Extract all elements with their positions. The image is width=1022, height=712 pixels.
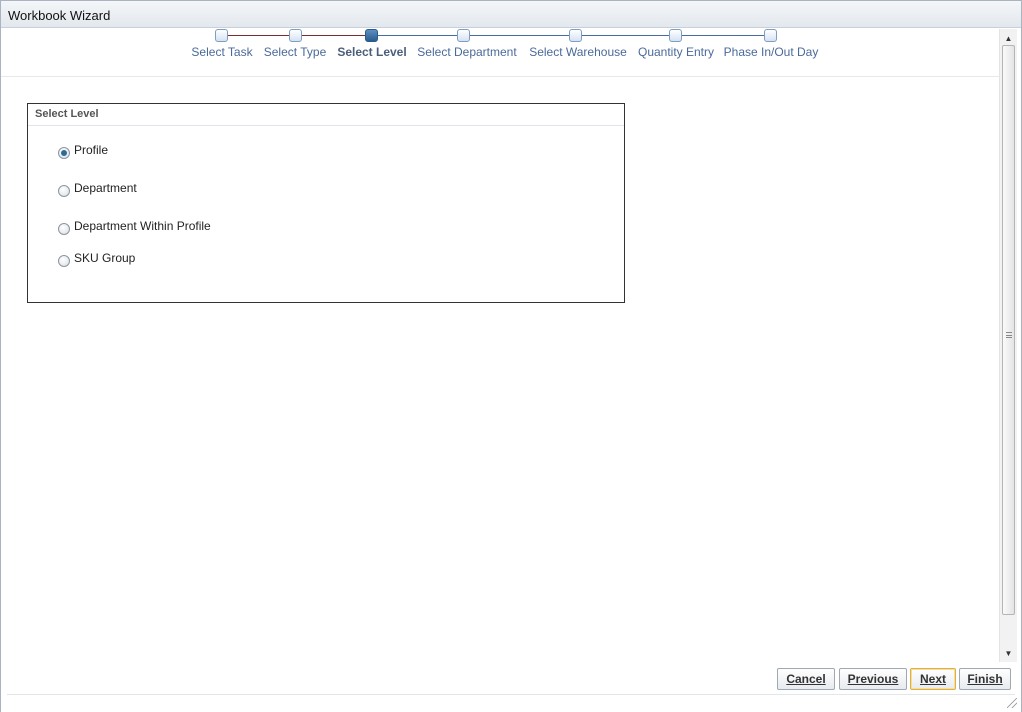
train-connector: [228, 35, 295, 36]
train-stop-select-warehouse[interactable]: [569, 29, 582, 42]
train-label-select-type[interactable]: Select Type: [264, 45, 326, 59]
dialog-title: Workbook Wizard: [8, 8, 111, 23]
train-stop-select-task[interactable]: [215, 29, 228, 42]
vertical-scrollbar[interactable]: ▲ ▼: [999, 29, 1017, 662]
panel-header: Select Level: [28, 104, 624, 126]
radio-button[interactable]: [58, 255, 70, 267]
level-option-department-within-profile[interactable]: Department Within Profile: [58, 219, 211, 235]
train-label-select-task[interactable]: Select Task: [191, 45, 252, 59]
cancel-button[interactable]: Cancel: [777, 668, 835, 690]
wizard-train: Select Task Select Type Select Level Sel…: [1, 28, 999, 77]
triangle-up-icon[interactable]: ▲: [1000, 31, 1017, 45]
train-stop-phase-in-out-day[interactable]: [764, 29, 777, 42]
train-stop-quantity-entry[interactable]: [669, 29, 682, 42]
train-label-quantity-entry[interactable]: Quantity Entry: [638, 45, 714, 59]
radio-button[interactable]: [58, 147, 70, 159]
level-option-profile[interactable]: Profile: [58, 143, 108, 159]
radio-label[interactable]: Profile: [74, 143, 108, 157]
train-connector: [377, 35, 463, 36]
select-level-panel: Select Level Profile Department Departme…: [27, 103, 625, 303]
train-label-phase-in-out-day[interactable]: Phase In/Out Day: [724, 45, 819, 59]
train-connector: [581, 35, 675, 36]
train-connector: [681, 35, 770, 36]
radio-button[interactable]: [58, 185, 70, 197]
train-stop-select-department[interactable]: [457, 29, 470, 42]
grip-icon: [1006, 332, 1012, 338]
previous-button[interactable]: Previous: [839, 668, 907, 690]
train-label-select-level: Select Level: [337, 45, 407, 59]
level-option-department[interactable]: Department: [58, 181, 137, 197]
finish-button[interactable]: Finish: [959, 668, 1011, 690]
train-connector: [301, 35, 371, 36]
level-option-sku-group[interactable]: SKU Group: [58, 251, 135, 267]
next-button[interactable]: Next: [910, 668, 956, 690]
train-label-select-warehouse[interactable]: Select Warehouse: [529, 45, 627, 59]
radio-button[interactable]: [58, 223, 70, 235]
scrollbar-thumb[interactable]: [1002, 45, 1015, 615]
train-label-select-department[interactable]: Select Department: [417, 45, 516, 59]
resize-grip-icon[interactable]: [1007, 698, 1017, 708]
dialog-titlebar[interactable]: Workbook Wizard: [1, 1, 1021, 28]
train-connector: [469, 35, 575, 36]
status-bar: [7, 694, 1015, 695]
workbook-wizard-dialog: Workbook Wizard Select Task Select Type …: [0, 0, 1022, 712]
dialog-footer: Cancel Previous Next Finish: [1, 665, 1021, 712]
train-stop-select-type[interactable]: [289, 29, 302, 42]
radio-label[interactable]: SKU Group: [74, 251, 135, 265]
triangle-down-icon[interactable]: ▼: [1000, 646, 1017, 660]
radio-label[interactable]: Department: [74, 181, 137, 195]
radio-label[interactable]: Department Within Profile: [74, 219, 211, 233]
train-stop-select-level: [365, 29, 378, 42]
